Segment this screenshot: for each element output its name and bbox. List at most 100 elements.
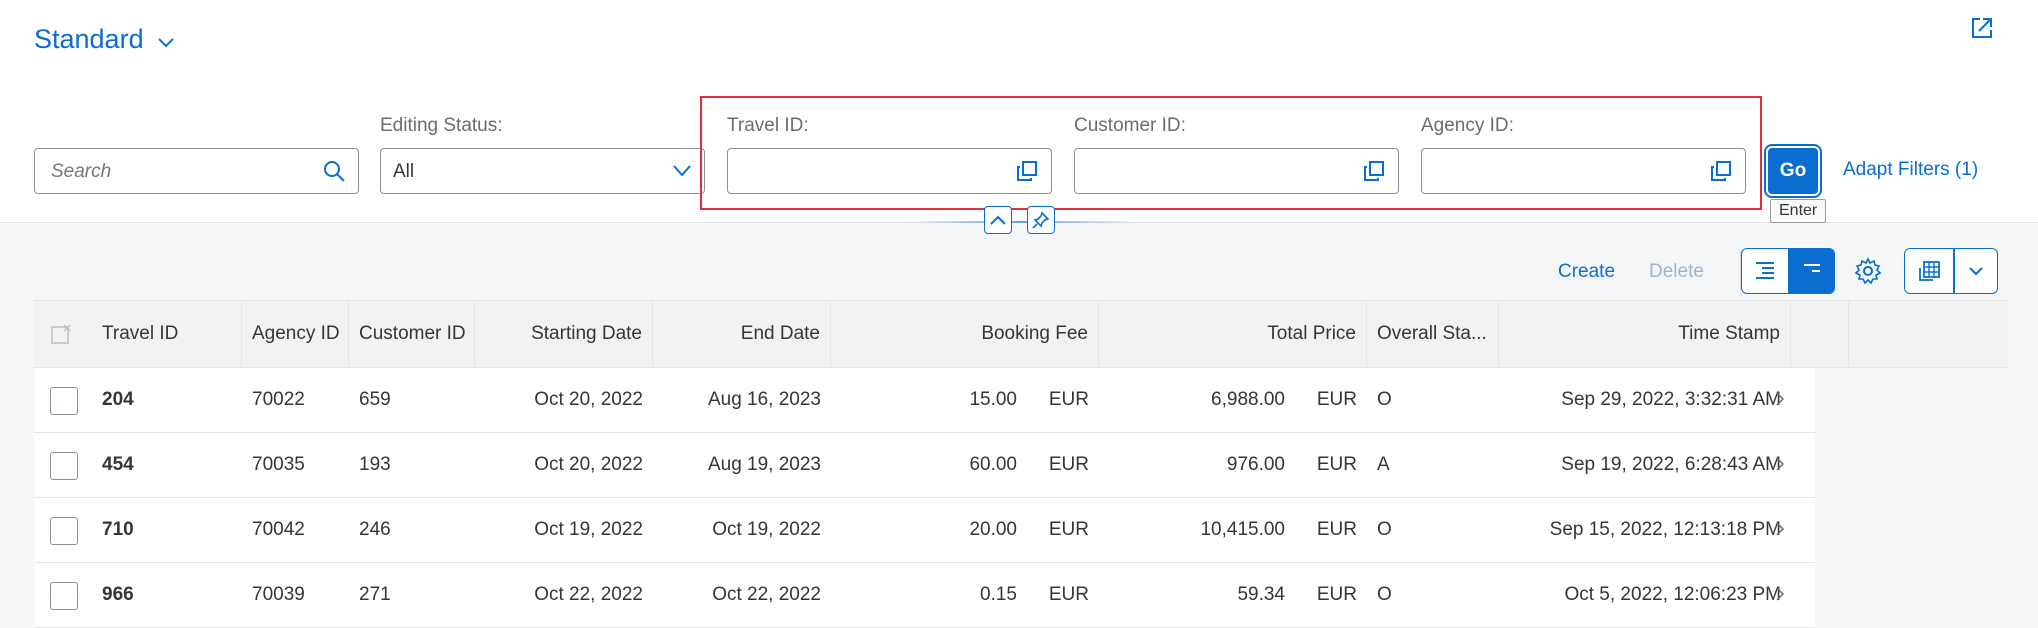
col-time-stamp[interactable]: Time Stamp	[1499, 301, 1791, 367]
variant-title: Standard	[34, 24, 144, 54]
editing-status-value: All	[393, 161, 415, 182]
delete-button[interactable]: Delete	[1649, 261, 1704, 283]
col-customer-id[interactable]: Customer ID	[349, 301, 475, 367]
select-all-checkbox[interactable]	[34, 301, 92, 367]
chevron-down-icon	[157, 37, 174, 47]
chevron-right-icon[interactable]	[1774, 455, 1786, 473]
highlight-box	[700, 96, 1762, 210]
go-button[interactable]: Go	[1764, 144, 1822, 198]
chevron-down-icon[interactable]	[672, 164, 692, 178]
adapt-filters-button[interactable]: Adapt Filters (1)	[1843, 159, 1978, 181]
chevron-right-icon[interactable]	[1774, 585, 1786, 603]
cell-starting-date: Oct 20, 2022	[534, 454, 643, 475]
col-booking-fee[interactable]: Booking Fee	[831, 301, 1099, 367]
col-total-price[interactable]: Total Price	[1099, 301, 1367, 367]
export-button[interactable]	[1904, 248, 1954, 294]
cell-time-stamp: Sep 19, 2022, 6:28:43 AM	[1561, 454, 1781, 475]
row-checkbox[interactable]	[50, 452, 78, 480]
variant-selector[interactable]: Standard	[34, 24, 174, 55]
create-button[interactable]: Create	[1558, 261, 1615, 283]
cell-agency-id: 70035	[252, 454, 305, 475]
cell-booking-fee: 0.15	[980, 584, 1017, 605]
row-checkbox[interactable]	[50, 517, 78, 545]
table-header: Travel ID Agency ID Customer ID Starting…	[34, 300, 2008, 368]
cell-end-date: Aug 16, 2023	[707, 389, 821, 410]
chevron-down-icon	[1969, 267, 1983, 276]
cell-total-price: 10,415.00	[1200, 519, 1285, 540]
cell-booking-fee-currency: EUR	[1048, 389, 1089, 410]
col-navigation	[1791, 301, 1849, 367]
compact-view-button[interactable]	[1789, 248, 1835, 294]
cell-end-date: Aug 19, 2023	[707, 454, 821, 475]
cell-total-price-currency: EUR	[1316, 584, 1357, 605]
pin-header-button[interactable]	[1027, 206, 1055, 234]
cell-total-price-currency: EUR	[1316, 389, 1357, 410]
cell-overall-status: O	[1377, 584, 1392, 605]
cell-customer-id: 246	[359, 519, 391, 540]
cell-customer-id: 271	[359, 584, 391, 605]
cell-starting-date: Oct 22, 2022	[534, 584, 643, 605]
export-spreadsheet-icon	[1919, 261, 1940, 281]
cell-booking-fee-currency: EUR	[1048, 454, 1089, 475]
travel-table: Travel ID Agency ID Customer ID Starting…	[34, 300, 2008, 628]
cell-time-stamp: Oct 5, 2022, 12:06:23 PM	[1564, 584, 1781, 605]
col-overall-status[interactable]: Overall Sta...	[1367, 301, 1499, 367]
cell-end-date: Oct 22, 2022	[712, 584, 821, 605]
table-row[interactable]: 710 70042 246 Oct 19, 2022 Oct 19, 2022 …	[34, 498, 1815, 563]
header-divider	[906, 221, 1136, 223]
filter-bar: Standard Search Editing Status: All Trav…	[0, 0, 2038, 223]
pin-icon	[1032, 211, 1050, 229]
search-input[interactable]: Search	[34, 148, 359, 194]
editing-status-label: Editing Status:	[380, 115, 503, 136]
cell-overall-status: A	[1377, 454, 1390, 475]
cell-booking-fee: 20.00	[969, 519, 1017, 540]
cell-booking-fee-currency: EUR	[1048, 584, 1089, 605]
cell-travel-id: 204	[102, 389, 134, 410]
chevron-up-icon	[990, 215, 1006, 225]
cell-agency-id: 70022	[252, 389, 305, 410]
table-row[interactable]: 966 70039 271 Oct 22, 2022 Oct 22, 2022 …	[34, 563, 1815, 628]
cell-booking-fee: 15.00	[969, 389, 1017, 410]
cell-time-stamp: Sep 29, 2022, 3:32:31 AM	[1561, 389, 1781, 410]
table-view-button[interactable]	[1741, 248, 1789, 294]
share-icon[interactable]	[1970, 16, 1994, 40]
col-end-date[interactable]: End Date	[653, 301, 831, 367]
cell-time-stamp: Sep 15, 2022, 12:13:18 PM	[1549, 519, 1781, 540]
table-row[interactable]: 454 70035 193 Oct 20, 2022 Aug 19, 2023 …	[34, 433, 1815, 498]
cell-agency-id: 70042	[252, 519, 305, 540]
go-tooltip: Enter	[1770, 199, 1827, 223]
table-row[interactable]: 204 70022 659 Oct 20, 2022 Aug 16, 2023 …	[34, 368, 1815, 433]
col-travel-id[interactable]: Travel ID	[92, 301, 242, 367]
cell-booking-fee: 60.00	[969, 454, 1017, 475]
cell-customer-id: 193	[359, 454, 391, 475]
cell-total-price-currency: EUR	[1316, 519, 1357, 540]
cell-end-date: Oct 19, 2022	[712, 519, 821, 540]
collapse-header-button[interactable]	[984, 206, 1012, 234]
list-view-icon	[1756, 262, 1774, 279]
settings-icon[interactable]	[1853, 256, 1883, 286]
row-checkbox[interactable]	[50, 582, 78, 610]
condensed-view-icon	[1804, 264, 1820, 272]
cell-agency-id: 70039	[252, 584, 305, 605]
cell-travel-id: 454	[102, 454, 134, 475]
export-menu-button[interactable]	[1954, 248, 1998, 294]
cell-total-price-currency: EUR	[1316, 454, 1357, 475]
editing-status-select[interactable]: All	[380, 148, 705, 194]
cell-total-price: 976.00	[1226, 454, 1285, 475]
search-icon[interactable]	[322, 159, 346, 183]
row-checkbox[interactable]	[50, 387, 78, 415]
cell-overall-status: O	[1377, 519, 1392, 540]
cell-total-price: 59.34	[1237, 584, 1285, 605]
chevron-right-icon[interactable]	[1774, 520, 1786, 538]
cell-starting-date: Oct 19, 2022	[534, 519, 643, 540]
cell-travel-id: 710	[102, 519, 134, 540]
cell-travel-id: 966	[102, 584, 134, 605]
col-agency-id[interactable]: Agency ID	[242, 301, 349, 367]
cell-customer-id: 659	[359, 389, 391, 410]
cell-overall-status: O	[1377, 389, 1392, 410]
search-placeholder: Search	[51, 161, 112, 182]
col-starting-date[interactable]: Starting Date	[475, 301, 653, 367]
cell-total-price: 6,988.00	[1211, 389, 1285, 410]
chevron-right-icon[interactable]	[1774, 390, 1786, 408]
select-all-icon	[51, 324, 71, 344]
